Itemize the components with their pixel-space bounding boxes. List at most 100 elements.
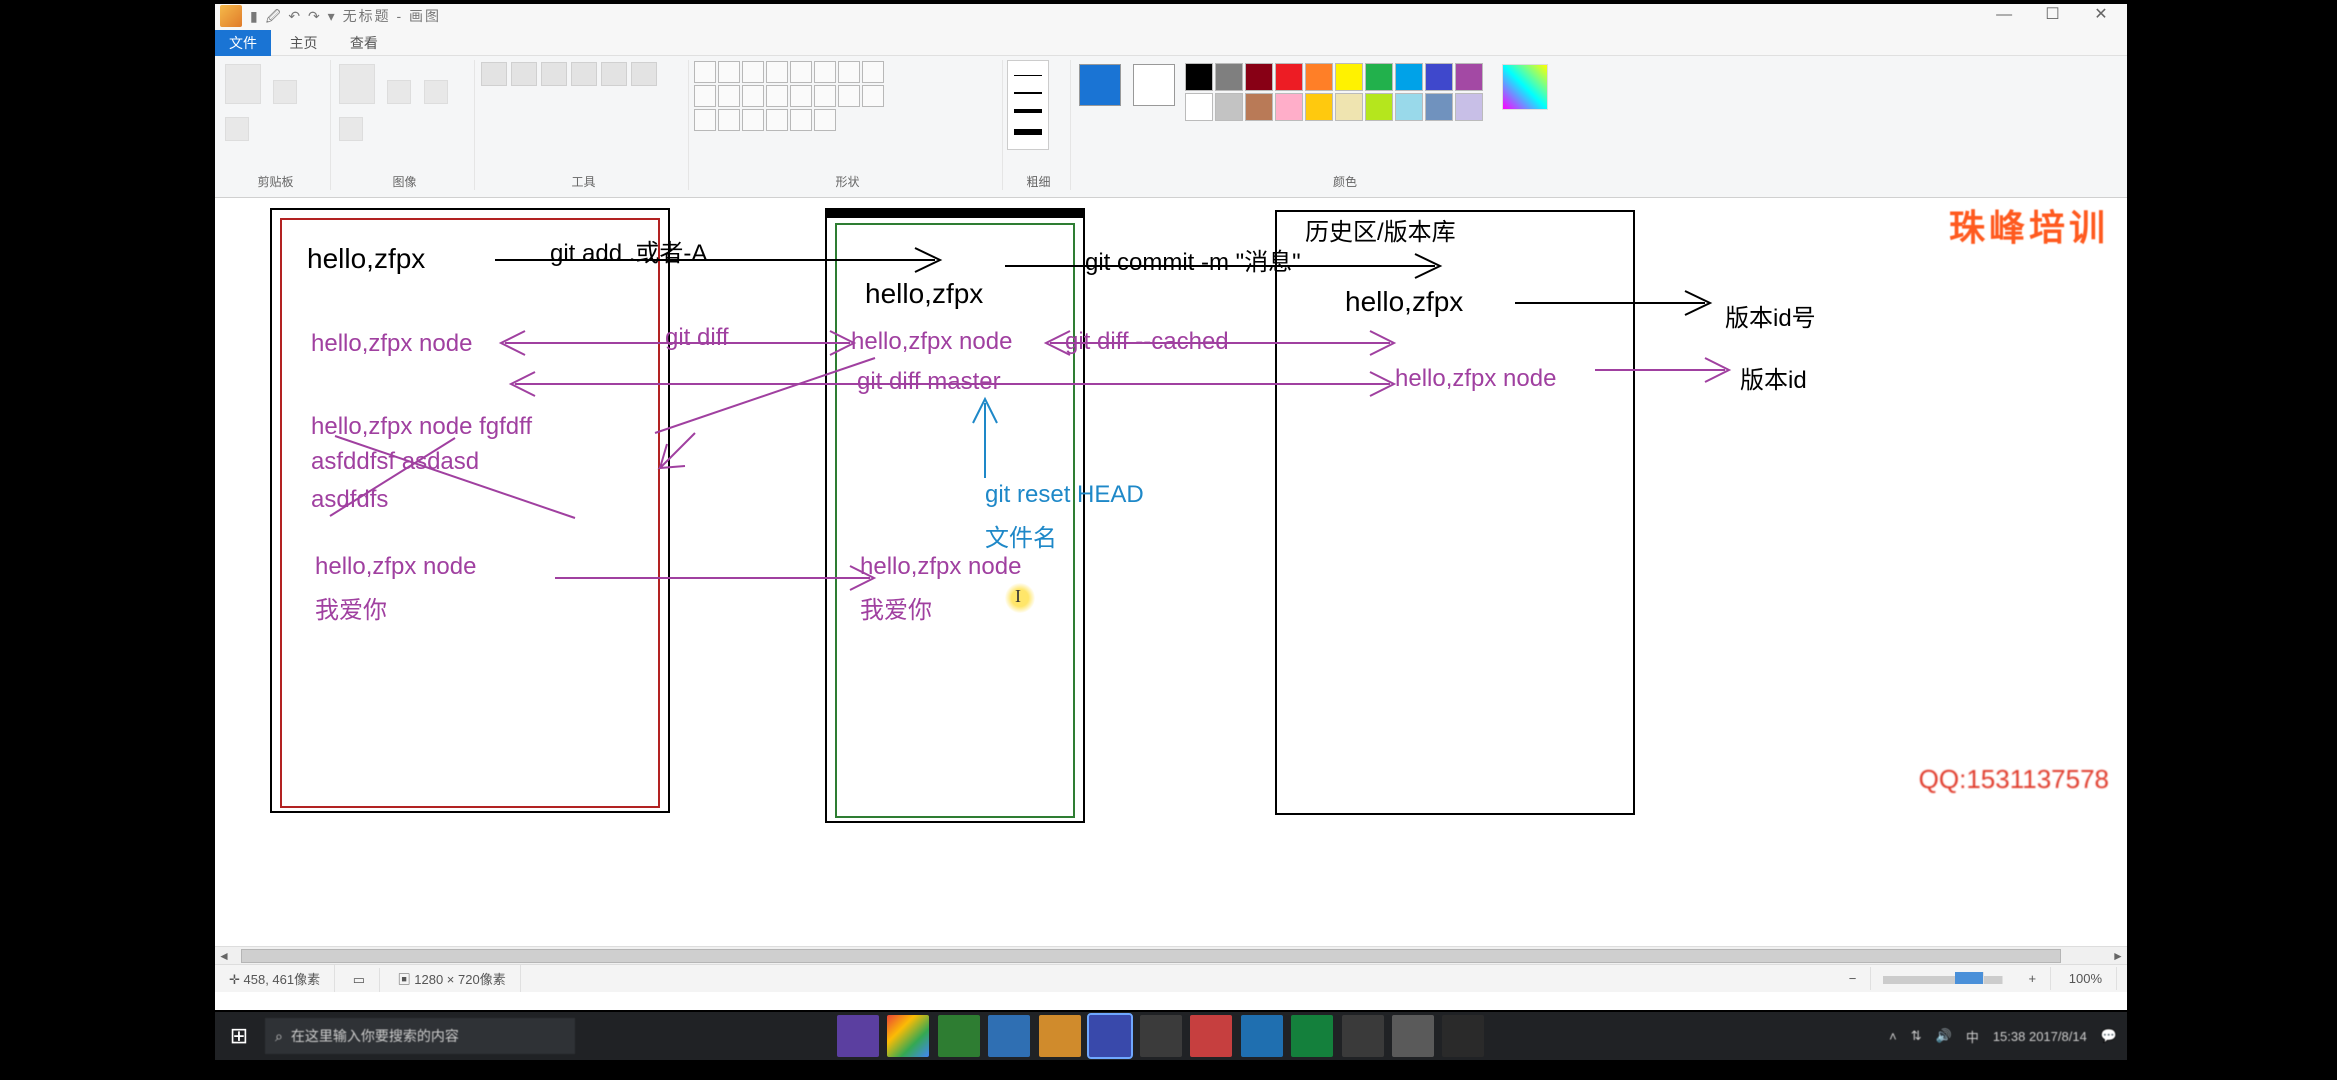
taskbar-app-12[interactable] [1392,1015,1434,1057]
color-2[interactable] [1133,64,1175,106]
taskbar-app-8[interactable] [1190,1015,1232,1057]
shape-lightning[interactable] [814,109,836,131]
minimize-button[interactable]: — [1982,6,2026,30]
taskbar-app-chrome[interactable] [887,1015,929,1057]
taskbar-search[interactable]: ⌕ 在这里输入你要搜索的内容 [265,1018,575,1054]
pal-black[interactable] [1185,63,1213,91]
shape-hexa[interactable] [742,85,764,107]
system-tray[interactable]: ˄ ⇅ 🔊 中 15:38 2017/8/14 💬 [1889,1012,2117,1060]
pal-yellow[interactable] [1335,63,1363,91]
pal-gold[interactable] [1305,93,1333,121]
ribbon-group-colors: 颜色 [1075,60,1615,190]
tray-clock[interactable]: 15:38 2017/8/14 [1993,1029,2087,1044]
tray-ime-icon[interactable]: 中 [1966,1027,1979,1046]
pal-ltgray[interactable] [1215,93,1243,121]
stroke-width[interactable] [1007,60,1049,150]
pal-orange[interactable] [1305,63,1333,91]
paste-button[interactable] [225,64,261,104]
taskbar-app-excel[interactable] [1291,1015,1333,1057]
eraser-tool[interactable] [571,62,597,86]
select-button[interactable] [339,64,375,104]
pal-ltblue[interactable] [1395,93,1423,121]
tab-view[interactable]: 查看 [336,30,392,56]
color-1[interactable] [1079,64,1121,106]
zoom-out-button[interactable]: − [1835,967,1872,990]
shape-arrow-r[interactable] [766,85,788,107]
shape-star5[interactable] [694,109,716,131]
shape-star6[interactable] [718,109,740,131]
quick-access-toolbar[interactable]: ▮ 🖉 ↶ ↷ ▾ 无标题 - 画图 [250,6,441,30]
shape-callout1[interactable] [742,109,764,131]
shape-curve[interactable] [718,61,740,83]
taskbar-app-5[interactable] [1039,1015,1081,1057]
tab-home[interactable]: 主页 [275,30,331,56]
text-tool[interactable] [541,62,567,86]
zoom-slider[interactable] [1883,976,2003,984]
horizontal-scrollbar[interactable]: ◄ ► [215,946,2127,964]
taskbar-app-7[interactable] [1140,1015,1182,1057]
tray-up-icon[interactable]: ˄ [1889,1029,1897,1044]
pal-cyan[interactable] [1395,63,1423,91]
scroll-right-arrow[interactable]: ► [2109,947,2127,965]
cut-button[interactable] [273,80,297,104]
taskbar-app-word[interactable] [1241,1015,1283,1057]
pal-blue[interactable] [1425,63,1453,91]
taskbar-app-terminal[interactable] [1342,1015,1384,1057]
rotate-button[interactable] [339,117,363,141]
pal-green[interactable] [1365,63,1393,91]
shape-star4[interactable] [862,85,884,107]
shape-callout2[interactable] [766,109,788,131]
shape-arrow-l[interactable] [790,85,812,107]
edit-colors-button[interactable] [1502,64,1548,110]
taskbar-app-paint-active[interactable] [1089,1015,1131,1057]
shape-arrow-d[interactable] [838,85,860,107]
pal-pink[interactable] [1275,93,1303,121]
pal-purple[interactable] [1455,63,1483,91]
shape-diamond[interactable] [694,85,716,107]
shape-tri[interactable] [838,61,860,83]
shape-arrow-u[interactable] [814,85,836,107]
pal-brown[interactable] [1245,93,1273,121]
canvas[interactable]: 历史区/版本库 hello,zfpx hello,zfpx node hello… [215,198,2127,958]
maximize-button[interactable]: ☐ [2031,4,2075,28]
pal-lav[interactable] [1455,93,1483,121]
pal-lime[interactable] [1365,93,1393,121]
tray-volume-icon[interactable]: 🔊 [1936,1028,1952,1044]
fill-tool[interactable] [511,62,537,86]
shape-poly[interactable] [814,61,836,83]
shape-penta[interactable] [718,85,740,107]
pal-tan[interactable] [1335,93,1363,121]
pal-darkred[interactable] [1245,63,1273,91]
shape-roundrect[interactable] [790,61,812,83]
pal-gray[interactable] [1215,63,1243,91]
picker-tool[interactable] [601,62,627,86]
app-icon[interactable] [220,5,242,27]
resize-button[interactable] [424,80,448,104]
tab-file[interactable]: 文件 [215,30,271,56]
pal-steel[interactable] [1425,93,1453,121]
zoom-tool[interactable] [631,62,657,86]
tray-network-icon[interactable]: ⇅ [1911,1028,1922,1044]
pencil-tool[interactable] [481,62,507,86]
taskbar-app-1[interactable] [837,1015,879,1057]
pal-red[interactable] [1275,63,1303,91]
scroll-thumb[interactable] [241,949,2061,963]
tray-notifications-icon[interactable]: 💬 [2101,1028,2117,1044]
start-button[interactable]: ⊞ [221,1018,257,1054]
pal-white[interactable] [1185,93,1213,121]
shape-rtri[interactable] [862,61,884,83]
close-button[interactable]: ✕ [2079,4,2123,28]
taskbar-app-13[interactable] [1442,1015,1484,1057]
taskbar-app-wechat[interactable] [938,1015,980,1057]
zoom-in-button[interactable]: + [2015,967,2052,990]
copy-button[interactable] [225,117,249,141]
shape-oval[interactable] [742,61,764,83]
repo-hello: hello,zfpx [1345,286,1463,318]
taskbar-app-4[interactable] [988,1015,1030,1057]
crop-button[interactable] [387,80,411,104]
shape-line[interactable] [694,61,716,83]
shape-heart[interactable] [790,109,812,131]
scroll-left-arrow[interactable]: ◄ [215,947,233,965]
wd-node: hello,zfpx node [311,330,472,358]
shape-rect[interactable] [766,61,788,83]
